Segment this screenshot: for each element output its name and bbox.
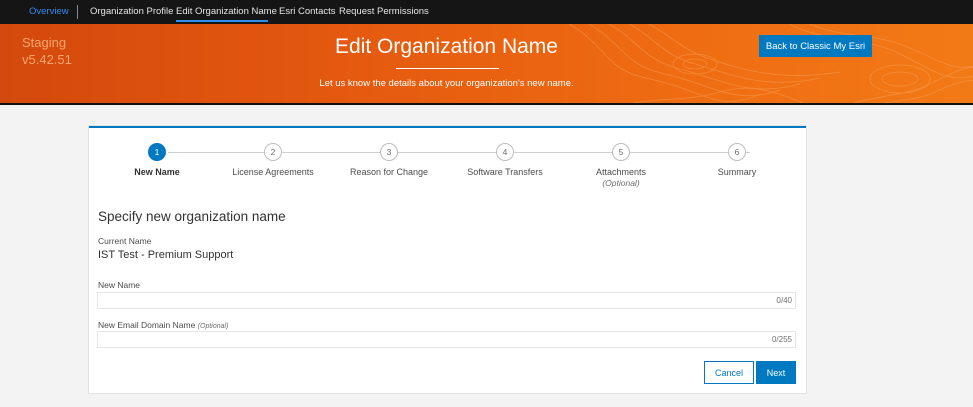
- top-nav: Overview Organization Profile Edit Organ…: [0, 0, 973, 24]
- step-5-optional-label: (Optional): [602, 178, 640, 188]
- nav-overview-link[interactable]: Overview: [29, 6, 69, 17]
- step-6-label: Summary: [717, 167, 757, 177]
- step-3-label: Reason for Change: [349, 167, 429, 177]
- step-4-indicator: 4: [496, 143, 514, 161]
- email-domain-optional-label: (Optional): [197, 323, 229, 330]
- step-1-indicator: 1: [148, 143, 166, 161]
- step-2-indicator: 2: [264, 143, 282, 161]
- email-domain-char-counter: 0/255: [771, 335, 792, 344]
- cancel-button[interactable]: Cancel: [704, 361, 754, 384]
- nav-request-permissions-link[interactable]: Request Permissions: [339, 6, 429, 17]
- active-nav-indicator: [176, 20, 268, 22]
- title-divider: [396, 68, 499, 69]
- edit-name-card: 1 New Name 2 License Agreements 3 Reason…: [89, 126, 806, 393]
- back-to-classic-button[interactable]: Back to Classic My Esri: [759, 35, 872, 57]
- page-subtitle: Let us know the details about your organ…: [319, 78, 574, 89]
- step-4-label: Software Transfers: [467, 167, 543, 177]
- step-summary[interactable]: 6 Summary: [677, 143, 797, 177]
- step-reason-for-change[interactable]: 3 Reason for Change: [329, 143, 449, 177]
- step-1-label: New Name: [134, 167, 180, 177]
- email-domain-input[interactable]: 0/255: [97, 331, 796, 348]
- next-button[interactable]: Next: [756, 361, 796, 384]
- email-domain-label-text: New Email Domain Name: [98, 320, 196, 330]
- new-name-label: New Name: [98, 280, 141, 290]
- form-heading: Specify new organization name: [98, 209, 286, 224]
- step-license-agreements[interactable]: 2 License Agreements: [213, 143, 333, 177]
- current-name-label: Current Name: [98, 236, 152, 246]
- new-name-char-counter: 0/40: [776, 296, 792, 305]
- step-5-label: Attachments: [595, 167, 647, 177]
- step-3-indicator: 3: [380, 143, 398, 161]
- new-name-input[interactable]: 0/40: [97, 292, 796, 309]
- hero-banner: Staging v5.42.51 Edit Organization Name …: [0, 24, 973, 105]
- current-name-value: IST Test - Premium Support: [98, 249, 234, 261]
- step-new-name[interactable]: 1 New Name: [97, 143, 217, 177]
- step-software-transfers[interactable]: 4 Software Transfers: [445, 143, 565, 177]
- nav-esri-contacts-link[interactable]: Esri Contacts: [279, 6, 336, 17]
- step-attachments[interactable]: 5 Attachments (Optional): [561, 143, 681, 188]
- email-domain-label: New Email Domain Name (Optional): [98, 320, 228, 330]
- step-6-indicator: 6: [728, 143, 746, 161]
- nav-edit-organization-name-link[interactable]: Edit Organization Name: [176, 6, 277, 17]
- nav-divider: [77, 5, 78, 19]
- step-5-indicator: 5: [612, 143, 630, 161]
- step-2-label: License Agreements: [232, 167, 314, 177]
- nav-organization-profile-link[interactable]: Organization Profile: [90, 6, 173, 17]
